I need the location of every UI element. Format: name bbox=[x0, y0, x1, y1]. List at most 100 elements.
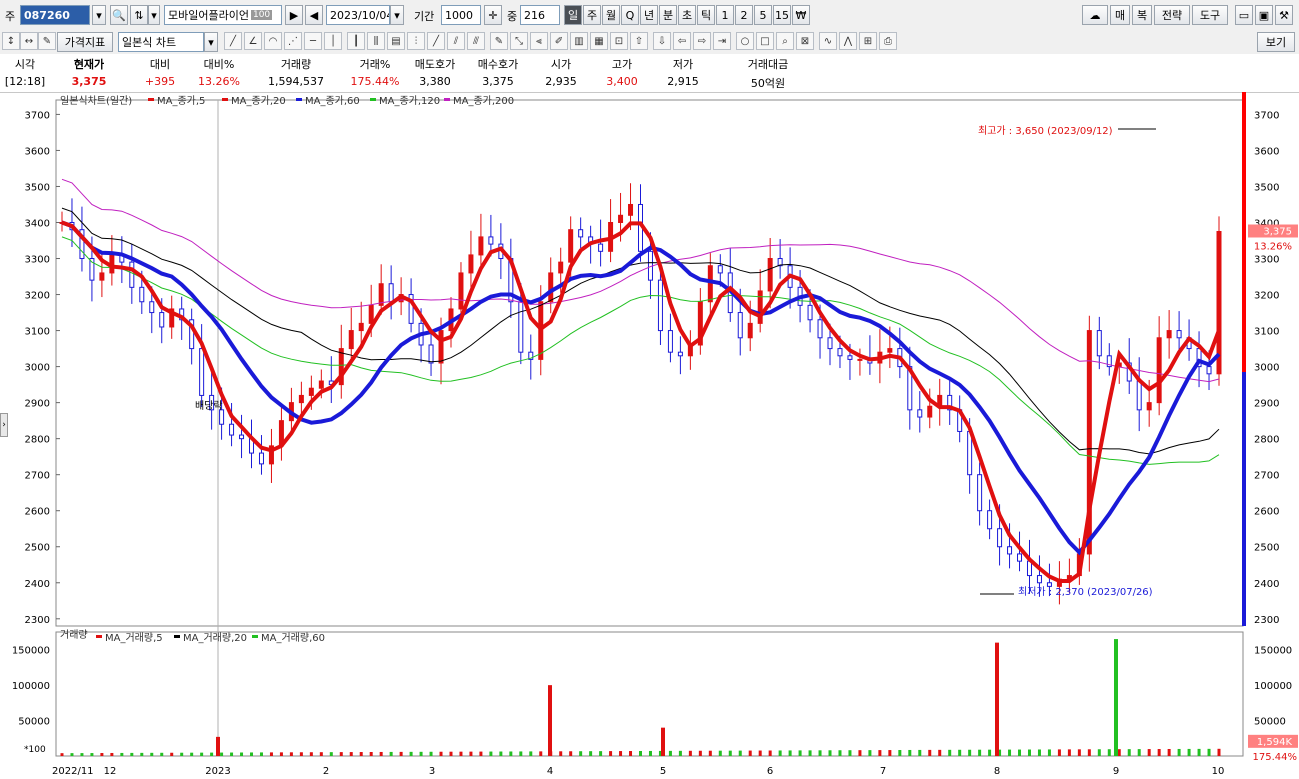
draw-tool-icon-29[interactable]: ∿ bbox=[819, 32, 837, 50]
stock-chart[interactable]: 2300 2300 2400 2400 2500 2500 2600 2600 2700 2700… bbox=[0, 92, 1299, 779]
x-axis-label-5: 4 bbox=[547, 766, 553, 777]
draw-tool-icon-11[interactable]: ⫽ bbox=[447, 32, 465, 50]
next-stock-button[interactable]: ▶ bbox=[285, 5, 303, 25]
draw-tool-icon-1[interactable]: ∠ bbox=[244, 32, 262, 50]
period-button-11[interactable]: 15 bbox=[773, 5, 791, 25]
period-button-6[interactable]: 초 bbox=[678, 5, 696, 25]
period-button-10[interactable]: 5 bbox=[754, 5, 772, 25]
draw-tool-icon-26[interactable]: □ bbox=[756, 32, 774, 50]
y-tick-label-right: 2600 bbox=[1254, 507, 1279, 518]
y-tick-label-left: 3100 bbox=[25, 327, 50, 338]
candle-body bbox=[368, 304, 374, 324]
x-axis-label-1: 12 bbox=[104, 766, 117, 777]
draw-tool-icon-20[interactable]: ⇧ bbox=[630, 32, 648, 50]
count-input[interactable]: 216 bbox=[520, 5, 560, 25]
date-input[interactable]: 2023/10/04 bbox=[326, 5, 390, 25]
draw-tool-icon-8[interactable]: ▤ bbox=[387, 32, 405, 50]
volume-bar bbox=[758, 750, 762, 756]
draw-tool-icon-5[interactable]: │ bbox=[324, 32, 342, 50]
period-button-4[interactable]: 년 bbox=[640, 5, 658, 25]
candle-body bbox=[707, 265, 713, 303]
legend-label-3: MA_종가,120 bbox=[379, 95, 440, 107]
side-expand-button[interactable]: › bbox=[0, 413, 8, 437]
candle-body bbox=[1136, 380, 1142, 411]
date-dropdown-button[interactable]: ▾ bbox=[390, 5, 404, 25]
currency-won-icon[interactable]: ₩ bbox=[792, 5, 810, 25]
draw-tool-icon-18[interactable]: ▦ bbox=[590, 32, 608, 50]
toolbar-button-0[interactable]: 매 bbox=[1110, 5, 1130, 25]
draw-tool-icon-13[interactable]: ✎ bbox=[490, 32, 508, 50]
draw-tool-icon-14[interactable]: ⤡ bbox=[510, 32, 528, 50]
price-indicator-button[interactable]: 가격지표 bbox=[57, 32, 113, 52]
volume-bar bbox=[948, 749, 952, 756]
sort-dropdown-button[interactable]: ▾ bbox=[148, 5, 160, 25]
period-button-2[interactable]: 월 bbox=[602, 5, 620, 25]
draw-tool-icon-3[interactable]: ⋰ bbox=[284, 32, 302, 50]
candle-body bbox=[757, 290, 763, 324]
period-button-0[interactable]: 일 bbox=[564, 5, 582, 25]
code-dropdown-button[interactable]: ▾ bbox=[92, 5, 106, 25]
volume-bar bbox=[120, 752, 124, 756]
draw-tool-icon-23[interactable]: ⇨ bbox=[693, 32, 711, 50]
draw-tool-icon-12[interactable]: ⫻ bbox=[467, 32, 485, 50]
period-input[interactable]: 1000 bbox=[441, 5, 481, 25]
period-button-5[interactable]: 분 bbox=[659, 5, 677, 25]
open-folder-button[interactable]: ▭ bbox=[1235, 5, 1253, 25]
prev-stock-button[interactable]: ◀ bbox=[305, 5, 323, 25]
draw-tool-icon-21[interactable]: ⇩ bbox=[653, 32, 671, 50]
updown-icon[interactable]: ↕ bbox=[2, 32, 20, 50]
toolbar-button-3[interactable]: 도구 bbox=[1192, 5, 1228, 25]
save-button[interactable]: ▣ bbox=[1255, 5, 1273, 25]
toolbar-button-1[interactable]: 복 bbox=[1132, 5, 1152, 25]
y-tick-label-left: 3400 bbox=[25, 218, 50, 229]
sort-button[interactable]: ⇅ bbox=[130, 5, 148, 25]
draw-tool-icon-24[interactable]: ⇥ bbox=[713, 32, 731, 50]
draw-tool-icon-16[interactable]: ✐ bbox=[550, 32, 568, 50]
period-button-1[interactable]: 주 bbox=[583, 5, 601, 25]
stock-code-input[interactable]: 087260 bbox=[20, 5, 90, 25]
volume-bar bbox=[339, 752, 343, 756]
volume-spike-bar bbox=[548, 685, 552, 756]
price-pane bbox=[55, 99, 1244, 627]
draw-tool-icon-0[interactable]: ╱ bbox=[224, 32, 242, 50]
volume-bar bbox=[678, 750, 682, 756]
period-button-9[interactable]: 2 bbox=[735, 5, 753, 25]
search-button[interactable]: 🔍 bbox=[110, 5, 128, 25]
draw-tool-icon-31[interactable]: ⊞ bbox=[859, 32, 877, 50]
edit-icon[interactable]: ✎ bbox=[38, 32, 56, 50]
crosshair-button[interactable]: ✛ bbox=[484, 5, 502, 25]
toolbar-button-2[interactable]: 전략 bbox=[1154, 5, 1190, 25]
x-axis-label-0: 2022/11 bbox=[52, 766, 94, 777]
draw-tool-icon-15[interactable]: ⫷ bbox=[530, 32, 548, 50]
draw-tool-icon-4[interactable]: ─ bbox=[304, 32, 322, 50]
draw-tool-icon-32[interactable]: ⎙ bbox=[879, 32, 897, 50]
cloud-button[interactable]: ☁ bbox=[1082, 5, 1108, 25]
draw-tool-icon-17[interactable]: ▥ bbox=[570, 32, 588, 50]
draw-tool-icon-27[interactable]: ⌕ bbox=[776, 32, 794, 50]
stock-name-field[interactable]: 모바일어플라이언 100 bbox=[164, 5, 282, 25]
draw-tool-icon-28[interactable]: ⊠ bbox=[796, 32, 814, 50]
view-button[interactable]: 보기 bbox=[1257, 32, 1295, 52]
draw-tool-icon-9[interactable]: ⫶ bbox=[407, 32, 425, 50]
draw-tool-icon-22[interactable]: ⇦ bbox=[673, 32, 691, 50]
y-tick-label-left: 2500 bbox=[25, 543, 50, 554]
period-button-3[interactable]: Q bbox=[621, 5, 639, 25]
volume-bar bbox=[599, 751, 603, 756]
chart-type-dropdown[interactable]: ▾ bbox=[204, 32, 218, 52]
chart-type-select[interactable]: 일본식 차트 bbox=[118, 32, 204, 52]
settings-button[interactable]: ⚒ bbox=[1275, 5, 1293, 25]
draw-tool-icon-7[interactable]: ⫼ bbox=[367, 32, 385, 50]
draw-tool-icon-2[interactable]: ◠ bbox=[264, 32, 282, 50]
draw-tool-icon-25[interactable]: ○ bbox=[736, 32, 754, 50]
draw-tool-icon-30[interactable]: ⋀ bbox=[839, 32, 857, 50]
draw-tool-icon-6[interactable]: ┃ bbox=[347, 32, 365, 50]
volume-bar bbox=[888, 750, 892, 756]
candle-body bbox=[997, 528, 1003, 548]
draw-tool-icon-19[interactable]: ⊡ bbox=[610, 32, 628, 50]
period-button-8[interactable]: 1 bbox=[716, 5, 734, 25]
volume-bar bbox=[240, 752, 244, 756]
leftright-icon[interactable]: ↔ bbox=[20, 32, 38, 50]
y-tick-label-left: 2900 bbox=[25, 399, 50, 410]
draw-tool-icon-10[interactable]: ╱ bbox=[427, 32, 445, 50]
period-button-7[interactable]: 틱 bbox=[697, 5, 715, 25]
